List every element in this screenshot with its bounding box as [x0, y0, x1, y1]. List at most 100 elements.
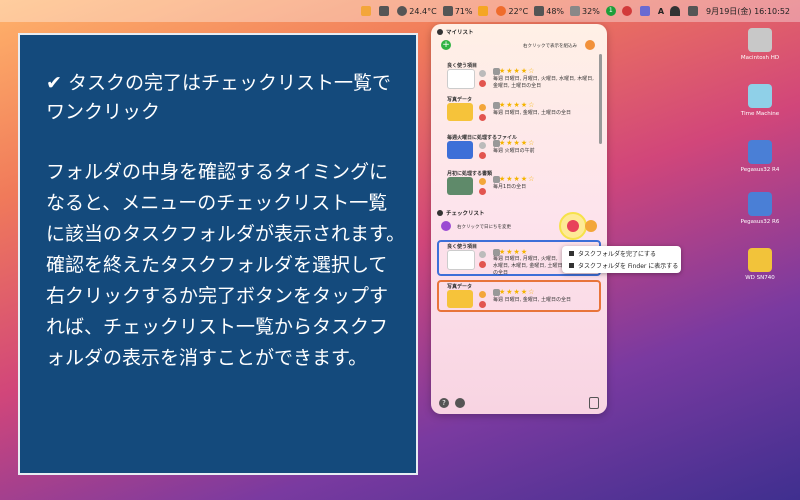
desktop-icon-label: Pegasus32 R6 — [740, 219, 780, 225]
list-item[interactable]: 月初に処理する書類 ★★★★☆ 毎月1日の全日 — [439, 170, 599, 200]
external-drive-icon — [748, 192, 772, 216]
desktop-icon-wd-sn740[interactable]: WD SN740 — [730, 248, 790, 281]
status-app-icon[interactable] — [361, 6, 373, 16]
wifi-icon — [670, 6, 681, 16]
lock-icon — [479, 251, 486, 258]
lock-icon — [479, 142, 486, 149]
desktop-icon-label: Pegasus32 R4 — [740, 167, 780, 173]
settings-icon[interactable] — [585, 40, 595, 50]
badge-item[interactable]: 1 — [605, 6, 616, 16]
bell-icon — [479, 291, 486, 298]
list-item[interactable]: 良く使う項目 ★★★★☆ 毎週 日曜日, 月曜日, 火曜日, 水曜日, 木曜日,… — [439, 62, 599, 92]
battery-icon — [534, 6, 545, 16]
item-name: 良く使う項目 — [447, 244, 478, 250]
item-schedule: 毎月1日の全日 — [493, 184, 527, 190]
checklist-icon — [437, 210, 443, 216]
context-menu: タスクフォルダを完了にする タスクフォルダを Finder に表示する — [562, 246, 681, 273]
refresh-icon — [479, 114, 486, 121]
rating-stars[interactable]: ★★★★☆ — [499, 288, 535, 296]
add-button[interactable]: + — [441, 40, 451, 50]
bell-icon — [479, 104, 486, 111]
folder-icon — [478, 6, 489, 16]
battery-icon — [570, 6, 581, 16]
folder-item[interactable] — [478, 6, 490, 16]
app-a-item[interactable]: A — [658, 7, 664, 16]
item-schedule: 毎週 火曜日の午前 — [493, 148, 535, 154]
item-name: 写真データ — [447, 97, 473, 103]
desktop-icon-pegasus-r6[interactable]: Pegasus32 R6 — [730, 192, 790, 225]
cpu-icon[interactable] — [379, 6, 391, 16]
cloud-icon — [397, 6, 408, 16]
checklist-item[interactable]: 写真データ ★★★★☆ 毎週 日曜日, 金曜日, 土曜日の全日 — [437, 280, 601, 312]
battery-item-1[interactable]: 71% — [442, 6, 473, 16]
rating-stars[interactable]: ★★★★☆ — [499, 175, 535, 183]
battery-percent-1: 71% — [454, 6, 473, 16]
finder-icon[interactable] — [585, 220, 597, 232]
wifi-item[interactable] — [670, 6, 682, 16]
sidebar-toggle-icon[interactable] — [589, 397, 599, 409]
rating-stars[interactable]: ★★★★ — [499, 248, 528, 256]
refresh-icon — [479, 80, 486, 87]
mylist-label: マイリスト — [446, 30, 474, 36]
lock-icon — [479, 70, 486, 77]
checklist-label: チェックリスト — [446, 211, 485, 217]
pin-icon — [621, 6, 632, 16]
menu-item-complete[interactable]: タスクフォルダを完了にする — [569, 249, 656, 258]
battery-item-3[interactable]: 32% — [570, 6, 600, 16]
weather-item[interactable]: 24.4°C — [397, 6, 437, 16]
battery-percent-2: 48% — [546, 6, 565, 16]
pin-item[interactable] — [621, 6, 634, 16]
dog-icon — [447, 69, 475, 89]
checklist-hint: 右クリックで日にちを変更 — [457, 225, 511, 230]
time-machine-icon — [748, 84, 772, 108]
scrollbar[interactable] — [599, 54, 602, 144]
keyboard-icon — [639, 6, 650, 16]
checklist-popover: マイリスト + 右クリックで表示を組込み 良く使う項目 ★★★★☆ 毎週 日曜日… — [431, 24, 607, 414]
rating-stars[interactable]: ★★★★☆ — [499, 67, 535, 75]
checklist-header: チェックリスト — [437, 209, 485, 217]
flag-icon — [569, 251, 574, 256]
desktop-icon-pegasus-r4[interactable]: Pegasus32 R4 — [730, 140, 790, 173]
list-item[interactable]: 写真データ ★★★★☆ 毎週 日曜日, 金曜日, 土曜日の全日 — [439, 96, 599, 126]
datetime-item[interactable]: 9月19日(金) 16:10:52 — [706, 6, 790, 17]
refresh-icon — [479, 152, 486, 159]
battery-item-2[interactable]: 48% — [534, 6, 564, 16]
desktop-icon-macintosh-hd[interactable]: Macintosh HD — [730, 28, 790, 61]
external-drive-icon — [748, 140, 772, 164]
refresh-icon — [479, 261, 486, 268]
desktop-icon-label: WD SN740 — [745, 275, 775, 281]
item-name: 良く使う項目 — [447, 63, 478, 69]
notification-badge: 1 — [605, 6, 616, 16]
battery-percent-3: 32% — [582, 6, 600, 16]
sun-icon — [496, 6, 507, 16]
control-center-icon — [688, 6, 699, 16]
control-center-item[interactable] — [688, 6, 700, 16]
desktop-icon-time-machine[interactable]: Time Machine — [730, 84, 790, 117]
temperature-item-2[interactable]: 22°C — [496, 6, 528, 16]
battery-icon — [442, 6, 453, 16]
gear-icon[interactable] — [455, 398, 465, 408]
desktop-icon-label: Macintosh HD — [740, 55, 780, 61]
rating-stars[interactable]: ★★★★☆ — [499, 139, 535, 147]
folder-icon — [447, 141, 473, 159]
calendar-change-icon[interactable] — [441, 221, 451, 231]
refresh-icon — [479, 188, 486, 195]
photo-folder-icon — [447, 290, 473, 308]
temperature-2: 22°C — [508, 6, 529, 16]
right-click-hint: 右クリックで表示を組込み — [523, 44, 577, 49]
list-item[interactable]: 毎週火曜日に処理するファイル ★★★★☆ 毎週 火曜日の午前 — [439, 134, 599, 164]
rating-stars[interactable]: ★★★★☆ — [499, 101, 535, 109]
clock-text: 9月19日(金) 16:10:52 — [706, 6, 790, 16]
keyboard-item[interactable] — [639, 6, 652, 16]
mylist-header: マイリスト — [437, 28, 474, 36]
item-schedule: 毎週 日曜日, 金曜日, 土曜日の全日 — [493, 297, 571, 303]
app-a-label: A — [657, 6, 665, 16]
bell-icon — [479, 178, 486, 185]
complete-flag-button[interactable] — [567, 220, 579, 232]
item-name: 写真データ — [447, 284, 473, 290]
external-drive-icon — [748, 248, 772, 272]
menu-item-finder[interactable]: タスクフォルダを Finder に表示する — [569, 261, 678, 270]
item-name: 月初に処理する書類 — [447, 171, 493, 177]
help-button[interactable]: ? — [439, 398, 449, 408]
folder-icon — [569, 263, 574, 268]
